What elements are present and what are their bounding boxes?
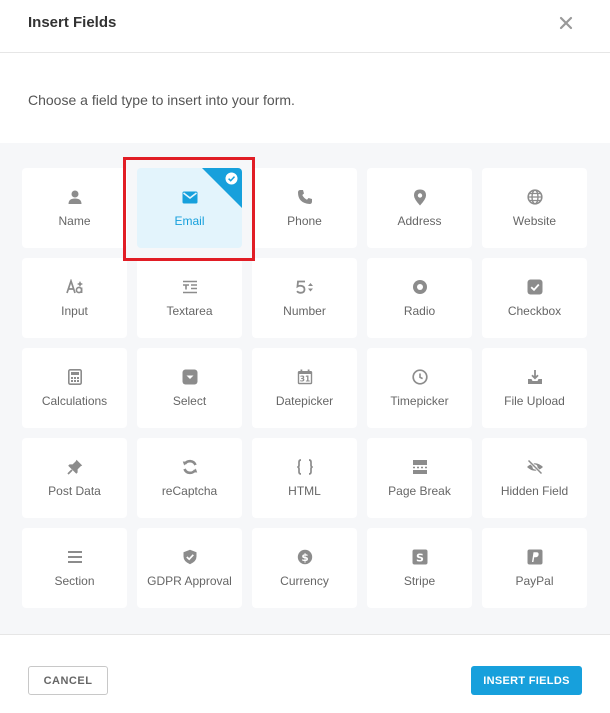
field-tile-label: reCaptcha — [161, 484, 218, 498]
field-tile-phone[interactable]: Phone — [252, 168, 357, 248]
field-tile-label: Currency — [280, 574, 329, 588]
field-tile-page-break[interactable]: Page Break — [367, 438, 472, 518]
paypal-icon — [482, 548, 587, 566]
svg-text:S: S — [416, 551, 424, 564]
field-tile-stripe[interactable]: S Stripe — [367, 528, 472, 608]
dialog-title: Insert Fields — [28, 14, 117, 31]
dialog-intro: Choose a field type to insert into your … — [0, 54, 610, 143]
field-tile-currency[interactable]: $ Currency — [252, 528, 357, 608]
stripe-icon: S — [367, 548, 472, 566]
field-tile-address[interactable]: Address — [367, 168, 472, 248]
select-icon — [137, 368, 242, 386]
dialog-header: Insert Fields — [0, 0, 610, 53]
field-tile-label: Email — [174, 214, 205, 228]
field-tile-label: Address — [397, 214, 442, 228]
upload-icon — [482, 368, 587, 386]
page-break-icon — [367, 458, 472, 476]
field-tile-label: Select — [172, 394, 207, 408]
field-tile-textarea[interactable]: Textarea — [137, 258, 242, 338]
svg-text:31: 31 — [299, 375, 309, 384]
field-tile-post-data[interactable]: Post Data — [22, 438, 127, 518]
textarea-icon — [137, 278, 242, 296]
field-tile-label: Input — [61, 304, 88, 318]
check-circle-icon — [225, 172, 238, 185]
field-tile-label: Page Break — [388, 484, 451, 498]
field-tile-label: HTML — [288, 484, 321, 498]
field-tile-gdpr-approval[interactable]: GDPR Approval — [137, 528, 242, 608]
insert-fields-button[interactable]: INSERT FIELDS — [471, 666, 582, 695]
close-icon[interactable] — [557, 14, 575, 32]
field-tile-label: Post Data — [48, 484, 101, 498]
field-tile-recaptcha[interactable]: reCaptcha — [137, 438, 242, 518]
field-tile-label: Timepicker — [390, 394, 449, 408]
field-tile-website[interactable]: Website — [482, 168, 587, 248]
field-grid-area: Name Email Phone Address Website Input Textare… — [0, 143, 610, 634]
field-tile-label: Stripe — [403, 574, 436, 588]
field-tile-timepicker[interactable]: Timepicker — [367, 348, 472, 428]
recaptcha-icon — [137, 458, 242, 476]
text-input-icon — [22, 278, 127, 296]
clock-icon — [367, 368, 472, 386]
number-icon — [252, 278, 357, 296]
field-tile-label: Textarea — [166, 304, 213, 318]
eye-slash-icon — [482, 458, 587, 476]
field-tile-calculations[interactable]: Calculations — [22, 348, 127, 428]
field-tile-label: Section — [54, 574, 95, 588]
field-tile-email[interactable]: Email — [137, 168, 242, 248]
field-tile-label: File Upload — [504, 394, 565, 408]
field-tile-file-upload[interactable]: File Upload — [482, 348, 587, 428]
checkbox-icon — [482, 278, 587, 296]
dialog-footer: CANCEL INSERT FIELDS — [0, 634, 610, 713]
field-tile-input[interactable]: Input — [22, 258, 127, 338]
radio-icon — [367, 278, 472, 296]
field-tile-label: Website — [512, 214, 557, 228]
field-type-grid: Name Email Phone Address Website Input Textare… — [22, 168, 587, 608]
field-tile-select[interactable]: Select — [137, 348, 242, 428]
field-tile-number[interactable]: Number — [252, 258, 357, 338]
field-tile-label: Calculations — [41, 394, 108, 408]
calculator-icon — [22, 368, 127, 386]
field-tile-label: Hidden Field — [500, 484, 569, 498]
map-pin-icon — [367, 188, 472, 206]
field-tile-label: GDPR Approval — [147, 574, 232, 588]
shield-check-icon — [137, 548, 242, 566]
svg-text:$: $ — [301, 552, 308, 564]
phone-icon — [252, 188, 357, 206]
dollar-icon: $ — [252, 548, 357, 566]
field-tile-checkbox[interactable]: Checkbox — [482, 258, 587, 338]
field-tile-label: Number — [283, 304, 326, 318]
pin-icon — [22, 458, 127, 476]
field-tile-name[interactable]: Name — [22, 168, 127, 248]
section-icon — [22, 548, 127, 566]
field-tile-html[interactable]: HTML — [252, 438, 357, 518]
field-tile-paypal[interactable]: PayPal — [482, 528, 587, 608]
field-tile-datepicker[interactable]: 31 Datepicker — [252, 348, 357, 428]
field-tile-label: Datepicker — [275, 394, 334, 408]
field-tile-radio[interactable]: Radio — [367, 258, 472, 338]
code-icon — [252, 458, 357, 476]
calendar-icon: 31 — [252, 368, 357, 386]
intro-text: Choose a field type to insert into your … — [28, 92, 295, 108]
field-tile-label: Phone — [287, 214, 322, 228]
cancel-button[interactable]: CANCEL — [28, 666, 108, 695]
field-tile-label: Checkbox — [507, 304, 562, 318]
user-icon — [22, 188, 127, 206]
field-tile-label: Name — [58, 214, 91, 228]
field-tile-hidden-field[interactable]: Hidden Field — [482, 438, 587, 518]
field-tile-section[interactable]: Section — [22, 528, 127, 608]
field-tile-label: PayPal — [515, 574, 554, 588]
globe-icon — [482, 188, 587, 206]
field-tile-label: Radio — [403, 304, 436, 318]
